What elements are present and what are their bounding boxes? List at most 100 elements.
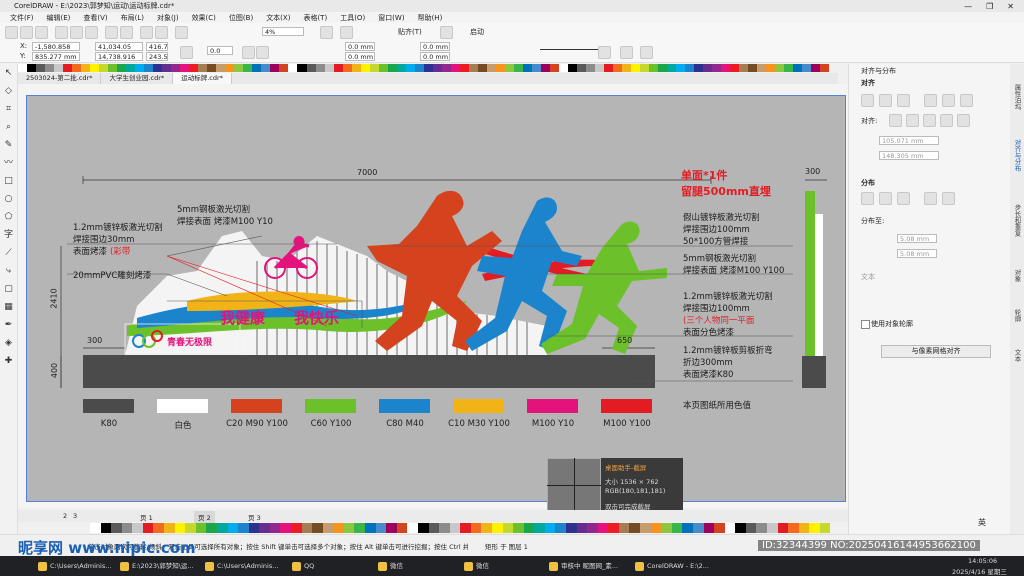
palette-swatch[interactable] — [470, 523, 482, 533]
palette-swatch[interactable] — [27, 64, 37, 72]
palette-swatch[interactable] — [288, 64, 298, 72]
palette-swatch[interactable] — [417, 523, 429, 533]
palette-swatch[interactable] — [121, 523, 133, 533]
palette-swatch[interactable] — [63, 64, 73, 72]
palette-swatch[interactable] — [248, 523, 260, 533]
wrap-text-icon[interactable] — [598, 46, 611, 59]
corner-field-4[interactable]: 0.0 mm — [420, 52, 450, 61]
align-to-active-icon[interactable] — [889, 114, 902, 127]
align-center-v-icon[interactable] — [942, 94, 955, 107]
palette-swatch[interactable] — [495, 64, 505, 72]
menu-help[interactable]: 帮助(H) — [418, 13, 443, 23]
cut-icon[interactable] — [55, 26, 68, 39]
palette-swatch[interactable] — [756, 523, 767, 533]
palette-swatch[interactable] — [566, 523, 577, 533]
palette-swatch[interactable] — [793, 64, 803, 72]
color-palette-bottom[interactable] — [90, 523, 831, 533]
palette-swatch[interactable] — [270, 64, 280, 72]
palette-swatch[interactable] — [502, 523, 514, 533]
y-position-field[interactable]: 835.277 mm — [32, 52, 80, 61]
palette-swatch[interactable] — [234, 64, 244, 72]
palette-swatch[interactable] — [354, 523, 366, 533]
palette-swatch[interactable] — [604, 64, 614, 72]
palette-swatch[interactable] — [544, 523, 556, 533]
menu-layout[interactable]: 布局(L) — [121, 13, 144, 23]
task-qq[interactable]: QQ — [292, 559, 314, 573]
palette-swatch[interactable] — [459, 64, 469, 72]
palette-swatch[interactable] — [777, 523, 789, 533]
palette-swatch[interactable] — [117, 64, 127, 72]
palette-swatch[interactable] — [333, 523, 344, 533]
palette-swatch[interactable] — [513, 64, 523, 72]
menu-edit[interactable]: 编辑(E) — [47, 13, 71, 23]
rotation-field[interactable]: 0.0 — [207, 46, 233, 55]
align-top-icon[interactable] — [924, 94, 937, 107]
palette-swatch[interactable] — [324, 64, 334, 72]
palette-swatch[interactable] — [259, 523, 270, 533]
palette-swatch[interactable] — [640, 523, 651, 533]
menu-text[interactable]: 文本(X) — [266, 13, 290, 23]
palette-swatch[interactable] — [206, 523, 217, 533]
palette-swatch[interactable] — [375, 523, 387, 533]
menu-file[interactable]: 文件(F) — [10, 13, 34, 23]
palette-swatch[interactable] — [171, 64, 181, 72]
menu-tools[interactable]: 工具(O) — [340, 13, 365, 23]
palette-swatch[interactable] — [189, 64, 199, 72]
palette-swatch[interactable] — [618, 523, 630, 533]
scale-y-field[interactable]: 243.5 — [146, 52, 168, 61]
palette-swatch[interactable] — [153, 523, 165, 533]
palette-swatch[interactable] — [387, 64, 397, 72]
palette-swatch[interactable] — [712, 64, 722, 72]
doc-tab-1[interactable]: 2503024-第二批.cdr* — [18, 73, 102, 84]
new-icon[interactable] — [5, 26, 18, 39]
docker-tab-align[interactable]: 对齐与分布 — [1012, 139, 1022, 172]
mirror-v-icon[interactable] — [256, 46, 269, 59]
palette-swatch[interactable] — [491, 523, 503, 533]
palette-swatch[interactable] — [567, 64, 577, 72]
palette-swatch[interactable] — [739, 64, 749, 72]
distribute-middle-icon[interactable] — [942, 192, 955, 205]
palette-swatch[interactable] — [306, 64, 316, 72]
palette-swatch[interactable] — [676, 64, 686, 72]
open-icon[interactable] — [20, 26, 33, 39]
palette-swatch[interactable] — [649, 64, 659, 72]
palette-swatch[interactable] — [558, 64, 568, 72]
palette-swatch[interactable] — [207, 64, 217, 72]
palette-swatch[interactable] — [312, 523, 323, 533]
shape-tool-icon[interactable]: ◇ — [3, 86, 14, 97]
drop-shadow-icon[interactable]: ▢ — [3, 284, 14, 295]
palette-swatch[interactable] — [685, 64, 695, 72]
palette-swatch[interactable] — [378, 64, 388, 72]
palette-swatch[interactable] — [441, 64, 451, 72]
palette-swatch[interactable] — [216, 523, 228, 533]
smart-fill-icon[interactable]: ✚ — [3, 356, 14, 367]
palette-swatch[interactable] — [608, 523, 619, 533]
palette-swatch[interactable] — [423, 64, 433, 72]
task-wechat-2[interactable]: 微信 — [464, 559, 489, 573]
palette-swatch[interactable] — [788, 523, 799, 533]
palette-swatch[interactable] — [585, 64, 595, 72]
scale-x-field[interactable]: 416.7 — [146, 42, 168, 51]
palette-swatch[interactable] — [333, 64, 343, 72]
palette-swatch[interactable] — [504, 64, 514, 72]
doc-tab-3[interactable]: 运动标牌.cdr* — [173, 73, 232, 84]
palette-swatch[interactable] — [100, 523, 112, 533]
palette-swatch[interactable] — [531, 64, 541, 72]
palette-swatch[interactable] — [290, 523, 302, 533]
palette-swatch[interactable] — [703, 64, 713, 72]
palette-swatch[interactable] — [439, 523, 450, 533]
menu-table[interactable]: 表格(T) — [303, 13, 327, 23]
palette-swatch[interactable] — [513, 523, 524, 533]
palette-swatch[interactable] — [72, 64, 82, 72]
page-num-2[interactable]: 2 — [63, 512, 67, 520]
eyedropper-icon[interactable]: ✒ — [3, 320, 14, 331]
task-browser[interactable]: 审核中 昵图网_素... — [549, 559, 618, 573]
palette-swatch[interactable] — [342, 64, 352, 72]
palette-swatch[interactable] — [486, 64, 496, 72]
palette-swatch[interactable] — [819, 523, 831, 533]
palette-swatch[interactable] — [261, 64, 271, 72]
task-explorer-2[interactable]: E:\2023\郭梦知\运... — [120, 559, 194, 573]
docker-tab-objects[interactable]: 对象 — [1012, 269, 1022, 282]
rectangle-tool-icon[interactable]: □ — [3, 176, 14, 187]
docker-tab-properties[interactable]: 属性泊坞 — [1012, 84, 1022, 110]
